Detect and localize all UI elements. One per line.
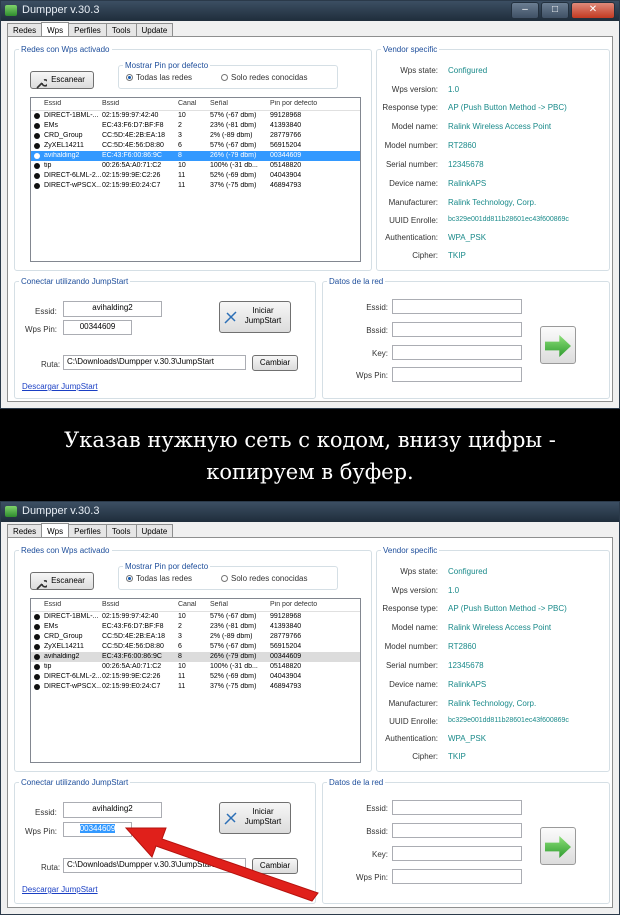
red-arrow-annotation	[124, 827, 319, 902]
red-arrow-icon	[124, 827, 319, 902]
